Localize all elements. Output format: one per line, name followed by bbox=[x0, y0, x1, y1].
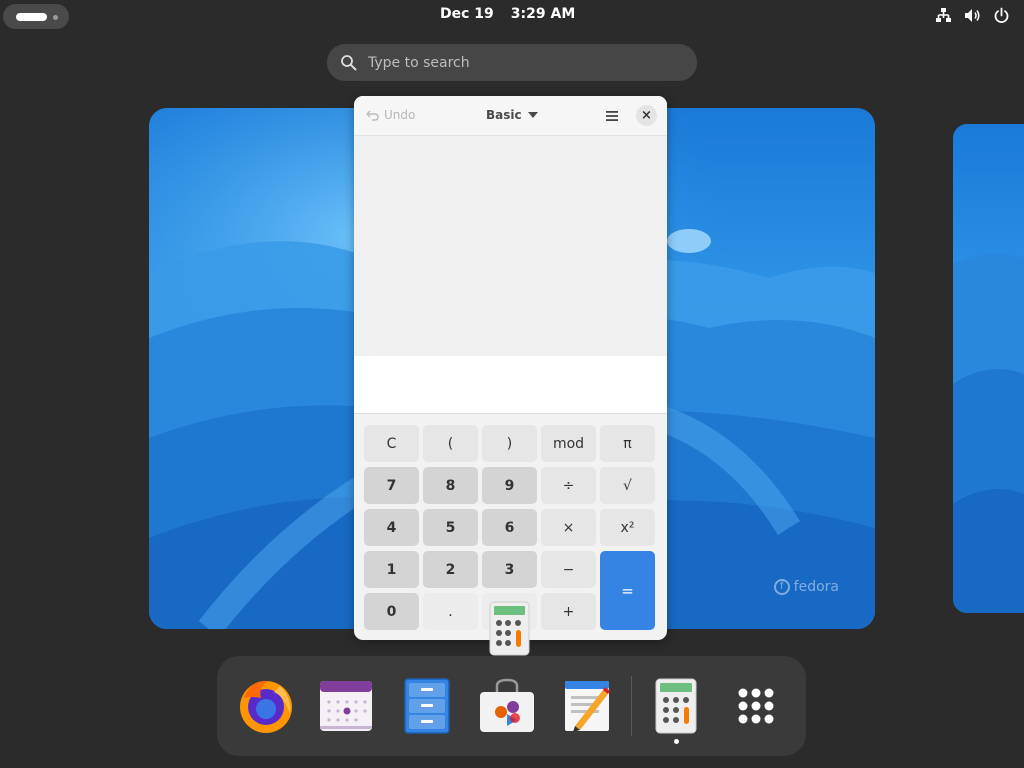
calculator-headerbar: Undo Basic × bbox=[354, 96, 667, 136]
undo-icon bbox=[366, 110, 379, 121]
open-paren-button[interactable]: ( bbox=[423, 425, 478, 462]
workspace-indicator-inactive bbox=[53, 15, 58, 20]
software-icon[interactable] bbox=[477, 676, 537, 736]
files-icon[interactable] bbox=[397, 676, 457, 736]
fedora-watermark: f fedora bbox=[773, 579, 839, 595]
app-grid-icon[interactable] bbox=[726, 676, 786, 736]
digit-0-button[interactable]: 0 bbox=[364, 593, 419, 630]
decimal-button[interactable]: . bbox=[423, 593, 478, 630]
clock-date: Dec 19 bbox=[440, 6, 494, 22]
text-editor-icon[interactable] bbox=[557, 676, 617, 736]
digit-8-button[interactable]: 8 bbox=[423, 467, 478, 504]
sqrt-button[interactable]: √ bbox=[600, 467, 655, 504]
mode-selector[interactable]: Basic bbox=[486, 108, 538, 122]
equals-button[interactable]: = bbox=[600, 551, 655, 630]
close-paren-button[interactable]: ) bbox=[482, 425, 537, 462]
top-bar: Dec 19 3:29 AM bbox=[0, 0, 1024, 32]
clock-time: 3:29 AM bbox=[510, 6, 576, 22]
overview-search[interactable] bbox=[327, 44, 697, 81]
digit-9-button[interactable]: 9 bbox=[482, 467, 537, 504]
hamburger-menu-icon[interactable] bbox=[604, 108, 620, 124]
mod-button[interactable]: mod bbox=[541, 425, 596, 462]
add-button[interactable]: + bbox=[541, 593, 596, 630]
close-button[interactable]: × bbox=[636, 105, 657, 126]
clock-button[interactable]: Dec 19 3:29 AM bbox=[440, 6, 575, 26]
subtract-button[interactable]: − bbox=[541, 551, 596, 588]
digit-5-button[interactable]: 5 bbox=[423, 509, 478, 546]
undo-button[interactable]: Undo bbox=[366, 108, 415, 122]
square-button[interactable]: x² bbox=[600, 509, 655, 546]
digit-6-button[interactable]: 6 bbox=[482, 509, 537, 546]
multiply-button[interactable]: × bbox=[541, 509, 596, 546]
system-tray[interactable] bbox=[935, 7, 1010, 24]
undo-label: Undo bbox=[384, 108, 416, 122]
digit-7-button[interactable]: 7 bbox=[364, 467, 419, 504]
history-view bbox=[354, 137, 667, 356]
activities-button[interactable] bbox=[3, 4, 69, 29]
dash-dock bbox=[217, 656, 806, 756]
digit-1-button[interactable]: 1 bbox=[364, 551, 419, 588]
digit-4-button[interactable]: 4 bbox=[364, 509, 419, 546]
digit-3-button[interactable]: 3 bbox=[482, 551, 537, 588]
mode-label: Basic bbox=[486, 108, 522, 122]
search-icon bbox=[341, 55, 357, 71]
calculator-display[interactable] bbox=[354, 356, 667, 414]
calculator-window[interactable]: Undo Basic × C ( ) mod π 7 8 9 ÷ √ 4 5 6… bbox=[354, 96, 667, 640]
volume-icon bbox=[964, 7, 981, 24]
calculator-icon[interactable] bbox=[646, 676, 706, 736]
pi-button[interactable]: π bbox=[600, 425, 655, 462]
chevron-down-icon bbox=[527, 112, 538, 118]
workspace-thumbnail-next[interactable] bbox=[953, 124, 1024, 613]
power-icon bbox=[993, 7, 1010, 24]
clear-button[interactable]: C bbox=[364, 425, 419, 462]
firefox-icon[interactable] bbox=[236, 676, 296, 736]
calculator-window-app-icon bbox=[489, 601, 530, 656]
wallpaper-image bbox=[953, 254, 1024, 613]
dock-separator bbox=[631, 676, 632, 736]
network-icon bbox=[935, 7, 952, 24]
running-indicator bbox=[674, 739, 679, 744]
digit-2-button[interactable]: 2 bbox=[423, 551, 478, 588]
workspace-indicator-active bbox=[16, 13, 47, 21]
calendar-icon[interactable] bbox=[316, 676, 376, 736]
search-input[interactable] bbox=[368, 44, 688, 81]
divide-button[interactable]: ÷ bbox=[541, 467, 596, 504]
